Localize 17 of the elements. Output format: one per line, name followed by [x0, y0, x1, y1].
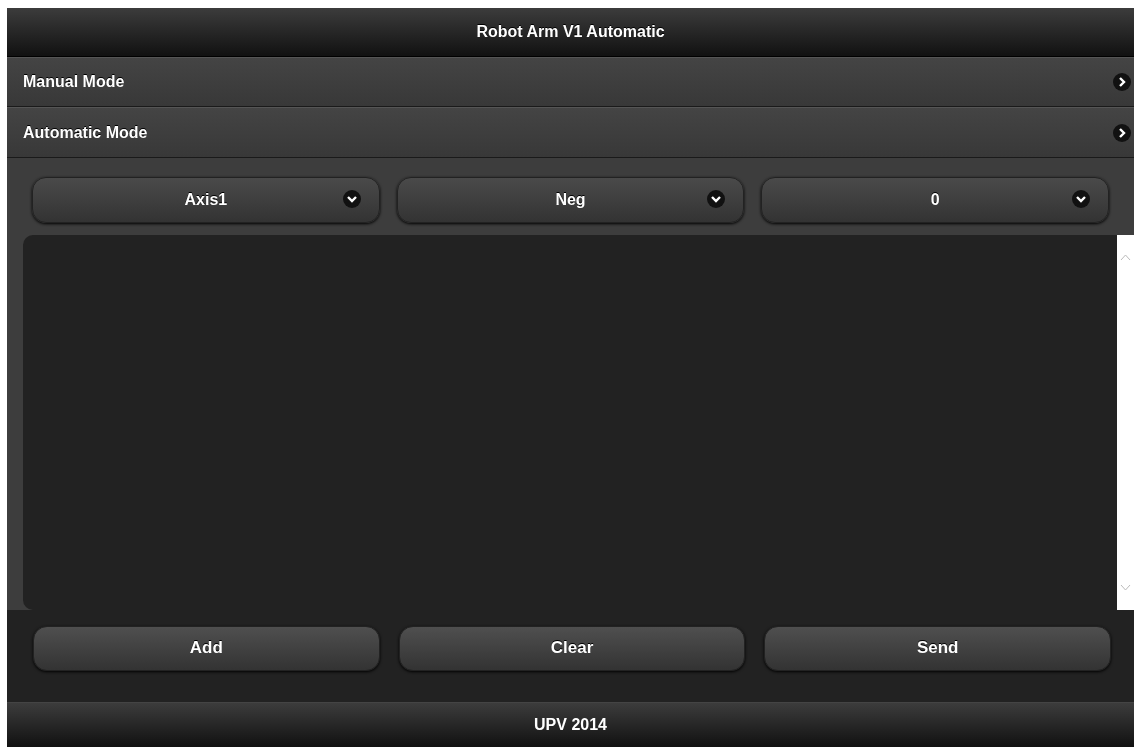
chevron-down-icon	[342, 189, 361, 208]
scrollbar[interactable]	[1117, 234, 1134, 610]
text-area[interactable]	[23, 234, 1117, 610]
chevron-right-icon	[1113, 73, 1131, 92]
dropdown-select[interactable]: Axis1	[32, 176, 380, 223]
chevron-right-icon	[1113, 123, 1131, 142]
footer-text: UPV 2014	[534, 715, 607, 734]
action-button[interactable]: Send	[764, 625, 1111, 671]
chevron-down-icon	[707, 189, 726, 208]
chevron-down-icon	[1072, 189, 1090, 208]
dropdown-select[interactable]: 0	[761, 176, 1109, 223]
collapsible-header[interactable]: Manual Mode	[7, 57, 1134, 108]
dropdown-select[interactable]: Neg	[396, 176, 745, 223]
collapsible-header[interactable]: Automatic Mode	[7, 107, 1134, 158]
action-button[interactable]: Clear	[398, 625, 746, 671]
action-button[interactable]: Add	[33, 625, 380, 671]
page-title: Robot Arm V1 Automatic	[476, 23, 665, 42]
